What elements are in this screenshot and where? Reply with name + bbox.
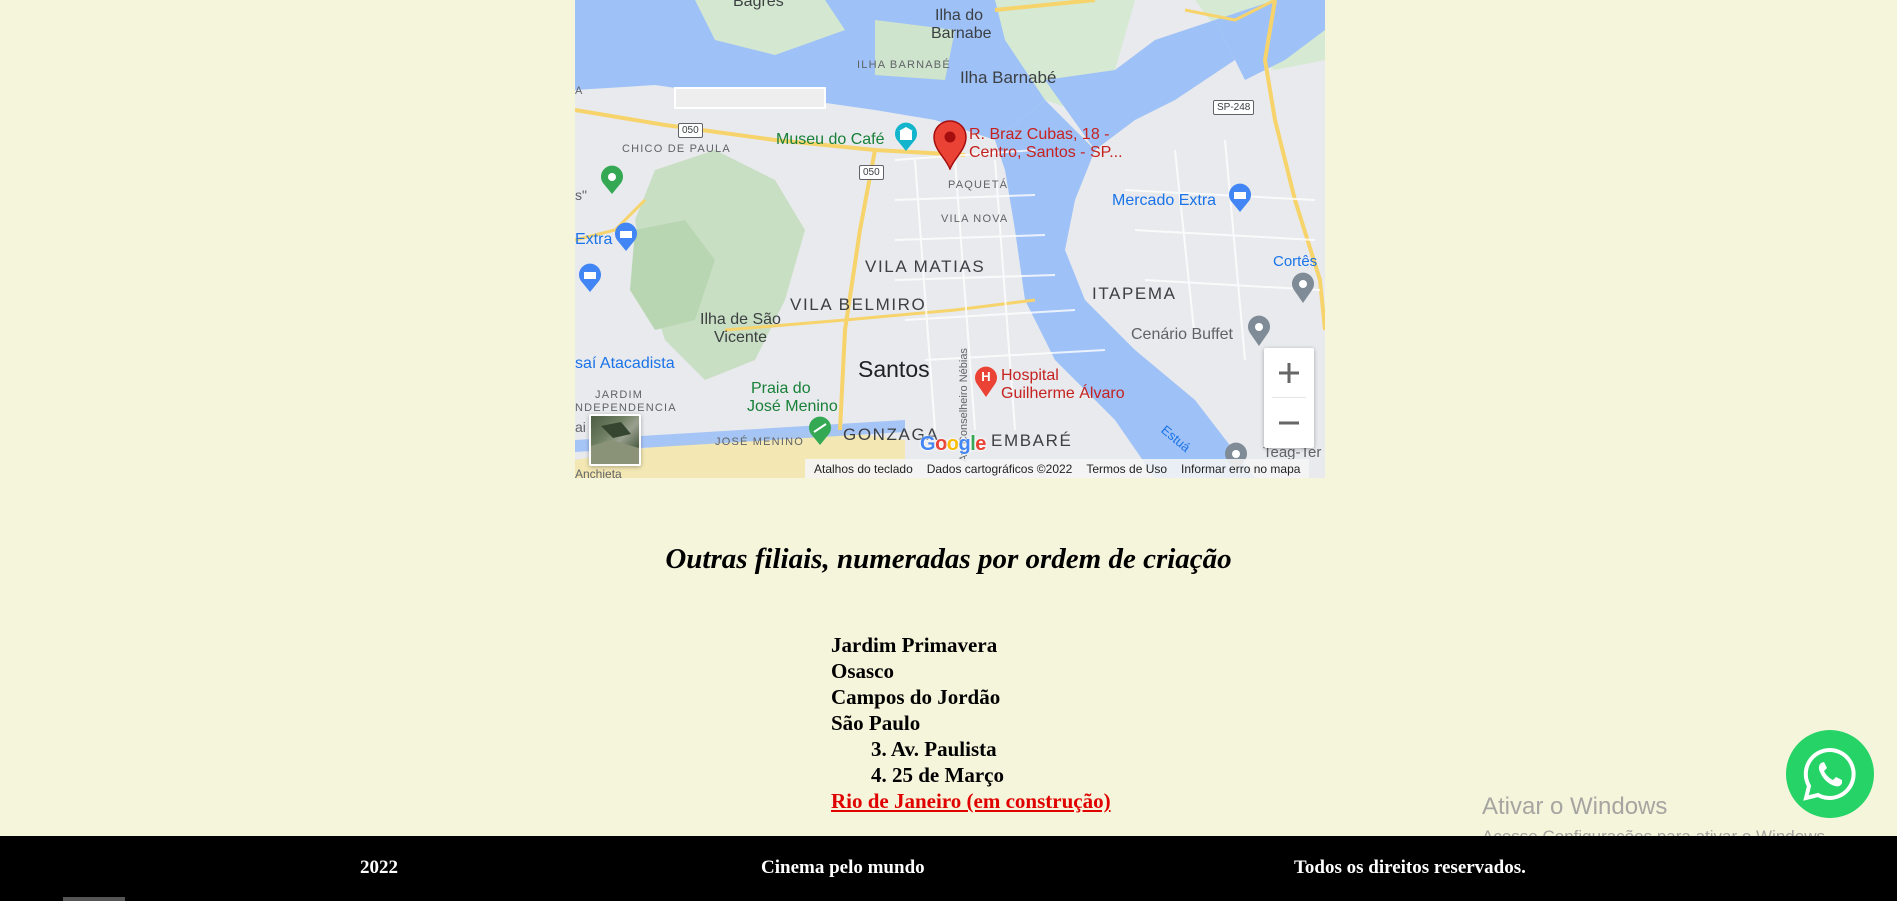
map-label-itapema: ITAPEMA [1092, 284, 1177, 303]
map-label-letter-s: s" [575, 187, 587, 203]
hospital-marker-icon[interactable]: H [973, 364, 999, 398]
plus-icon [1279, 363, 1299, 383]
map-label-chico-de-paula: CHICO DE PAULA [622, 143, 731, 155]
map-label-paqueta: PAQUETÁ [948, 179, 1009, 191]
shopping-cart-marker-icon[interactable] [613, 222, 639, 252]
branches-title: Outras filiais, numeradas por ordem de c… [665, 543, 1232, 575]
map-label-praia-2: José Menino [747, 398, 838, 415]
rio-de-janeiro-link[interactable]: Rio de Janeiro (em construção) [831, 789, 1111, 813]
embedded-map[interactable]: Bagres Ilha do Barnabe ILHA BARNABÉ Ilha… [575, 0, 1325, 478]
map-label-ilha-sao-vicente-1: Ilha de São [700, 311, 781, 328]
map-label-ilha-do-barnabe-2: Barnabe [931, 25, 992, 42]
footer: 2022 Cinema pelo mundo Todos os direitos… [0, 836, 1897, 901]
buffet-marker-icon[interactable] [1246, 315, 1272, 347]
map-base [575, 0, 1325, 478]
report-error-link[interactable]: Informar erro no mapa [1174, 462, 1307, 476]
map-label-cortes: Cortês [1273, 253, 1318, 270]
keyboard-shortcuts-link[interactable]: Atalhos do teclado [807, 462, 920, 476]
map-label-santos: Santos [858, 356, 930, 382]
map-label-vila-nova: VILA NOVA [941, 213, 1009, 225]
branch-sub-item: 4. 25 de Março [871, 763, 1004, 787]
map-label-museu-do-cafe: Museu do Café [776, 131, 885, 148]
map-attribution-bar: Atalhos do teclado Dados cartográficos ©… [805, 459, 1310, 478]
map-label-anchieta: Anchieta [575, 467, 622, 478]
branch-item: Osasco [831, 659, 894, 683]
satellite-thumbnail-icon [591, 422, 639, 464]
museum-marker-icon[interactable] [893, 122, 919, 152]
map-label-vila-belmiro: VILA BELMIRO [790, 295, 927, 314]
park-marker-icon[interactable] [599, 165, 625, 195]
map-label-letter-ai: ai [575, 419, 586, 435]
footer-scrollbar[interactable] [63, 897, 125, 901]
zoom-in-button[interactable] [1264, 348, 1314, 398]
map-label-letter-a: A [575, 85, 584, 97]
map-label-embare: EMBARÉ [991, 431, 1073, 450]
location-pin-icon[interactable] [932, 120, 968, 170]
branch-item: São Paulo [831, 711, 921, 735]
map-label-jardim-2: NDEPENDENCIA [575, 402, 677, 414]
map-label-ilha-barnabe: Ilha Barnabé [960, 68, 1057, 87]
branch-list: Jardim Primavera Osasco Campos do Jordão… [831, 632, 1111, 814]
map-label-cenario-buffet: Cenário Buffet [1131, 326, 1233, 343]
google-logo: Google [920, 433, 986, 455]
map-label-ilha-sao-vicente-2: Vicente [714, 329, 768, 346]
map-label-vila-matias: VILA MATIAS [865, 257, 986, 276]
satellite-view-toggle[interactable] [589, 414, 641, 466]
terms-of-use-link[interactable]: Termos de Uso [1079, 462, 1174, 476]
mercado-extra-marker-icon[interactable] [1227, 183, 1253, 213]
footer-year: 2022 [360, 857, 398, 878]
map-label-assai: saí Atacadista [575, 355, 675, 372]
zoom-out-button[interactable] [1264, 398, 1314, 448]
map-label-extra-left: Extra [575, 231, 613, 248]
map-label-ilha-do-barnabe-1: Ilha do [935, 7, 984, 24]
zoom-controls [1264, 348, 1314, 448]
branch-sub-item: 3. Av. Paulista [871, 737, 997, 761]
map-label-jardim-1: JARDIM [595, 389, 644, 401]
map-label-jose-menino: JOSÉ MENINO [715, 436, 804, 448]
route-shield-sp248: SP-248 [1213, 100, 1255, 115]
cortes-marker-icon[interactable] [1290, 272, 1316, 304]
map-label-hospital-2: Guilherme Álvaro [1001, 385, 1125, 402]
map-data-credit: Dados cartográficos ©2022 [926, 461, 1073, 476]
map-label-bagres: Bagres [733, 0, 784, 10]
whatsapp-button[interactable] [1786, 730, 1874, 818]
pin-label-line2: Centro, Santos - SP... [969, 144, 1123, 161]
route-shield-050-b: 050 [859, 165, 884, 180]
branch-item: Campos do Jordão [831, 685, 1001, 709]
watermark-title: Ativar o Windows [1482, 793, 1668, 820]
map-label-hospital-1: Hospital [1001, 367, 1059, 384]
route-shield-050-a: 050 [678, 123, 703, 138]
svg-text:H: H [981, 369, 990, 384]
beach-marker-icon[interactable] [807, 416, 833, 446]
minus-icon [1279, 421, 1299, 425]
footer-site-name: Cinema pelo mundo [761, 857, 925, 878]
whatsapp-icon [1803, 747, 1856, 801]
map-label-mercado-extra: Mercado Extra [1112, 192, 1217, 209]
pin-label-line1: R. Braz Cubas, 18 - [969, 126, 1110, 143]
map-label-ilha-barnabe-caps: ILHA BARNABÉ [857, 59, 951, 71]
map-label-praia-1: Praia do [751, 380, 811, 397]
branch-item: Jardim Primavera [831, 633, 998, 657]
footer-rights: Todos os direitos reservados. [1294, 857, 1526, 878]
shopping-cart-marker-icon-2[interactable] [577, 263, 603, 293]
